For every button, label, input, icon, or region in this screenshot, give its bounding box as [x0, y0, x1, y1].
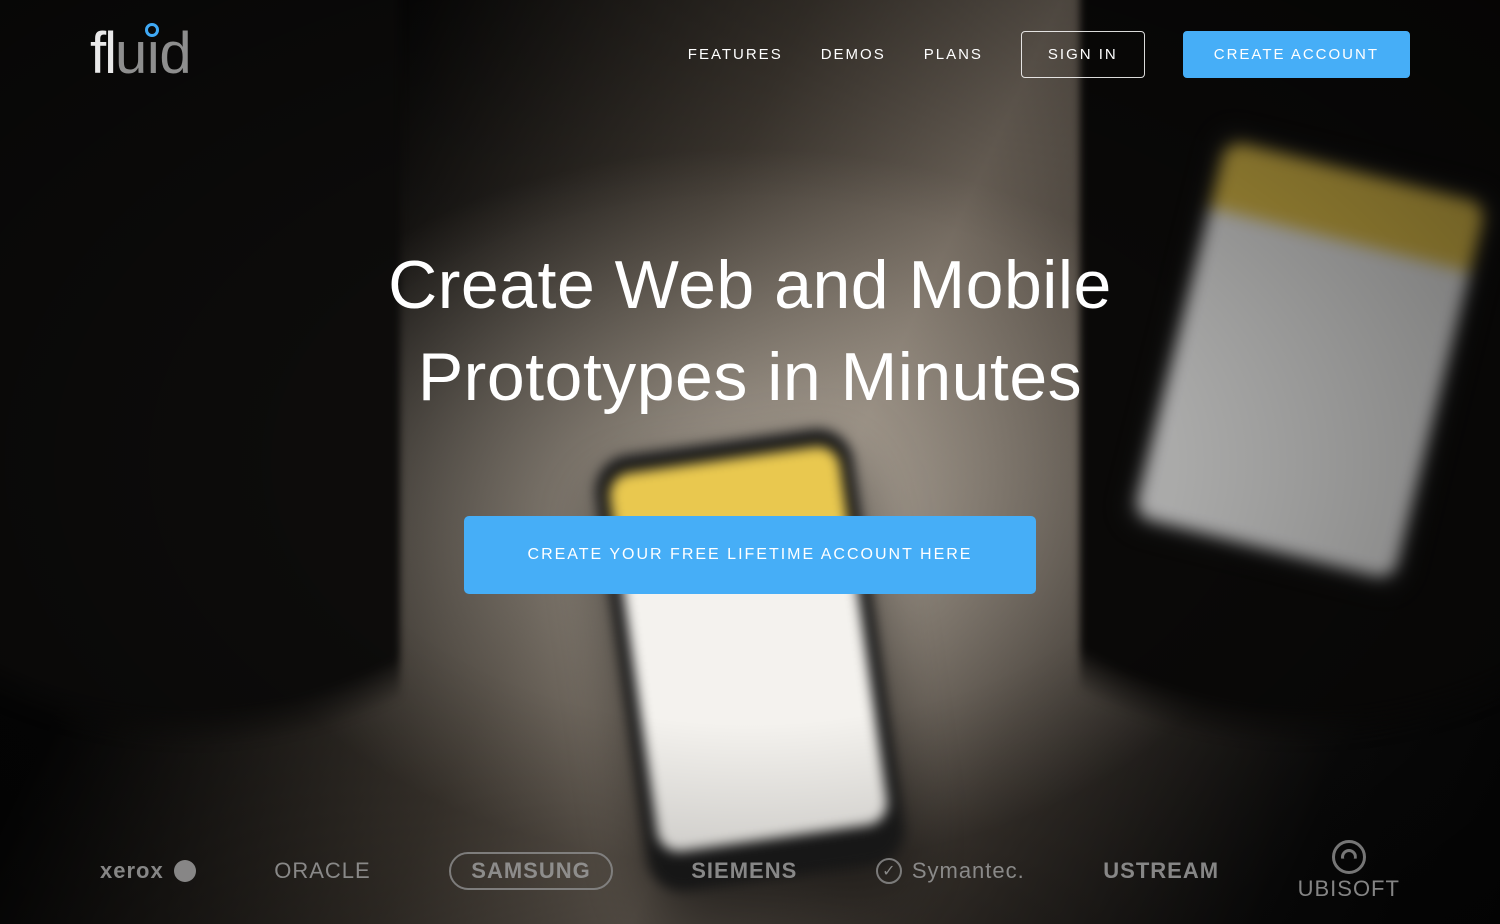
brand-logo-xerox: xerox: [100, 858, 196, 884]
nav-link-demos[interactable]: DEMOS: [821, 46, 886, 63]
brand-label: SAMSUNG: [471, 858, 590, 884]
top-nav: fluıd FEATURES DEMOS PLANS SIGN IN CREAT…: [0, 0, 1500, 90]
hero-headline: Create Web and Mobile Prototypes in Minu…: [270, 240, 1230, 424]
brand-label: USTREAM: [1103, 858, 1219, 884]
brand-label: xerox: [100, 858, 164, 884]
landing-page: fluıd FEATURES DEMOS PLANS SIGN IN CREAT…: [0, 0, 1500, 924]
create-account-button[interactable]: CREATE ACCOUNT: [1183, 31, 1410, 78]
check-circle-icon: ✓: [876, 858, 902, 884]
logo-dot-icon: [145, 23, 159, 37]
brand-logo-siemens: SIEMENS: [691, 858, 797, 884]
brand-label: SIEMENS: [691, 858, 797, 884]
brand-label: ORACLE: [274, 858, 370, 884]
brand-logo-symantec: ✓ Symantec.: [876, 858, 1025, 884]
xerox-ball-icon: [174, 860, 196, 882]
brand-logo-ustream: USTREAM: [1103, 858, 1219, 884]
nav-right: FEATURES DEMOS PLANS SIGN IN CREATE ACCO…: [688, 31, 1410, 78]
brand-label: UBISOFT: [1298, 876, 1400, 902]
customer-logo-strip: xerox ORACLE SAMSUNG SIEMENS ✓ Symantec.…: [0, 840, 1500, 902]
brand-logo-samsung: SAMSUNG: [449, 852, 612, 890]
brand-logo[interactable]: fluıd: [90, 25, 190, 83]
ubisoft-swirl-icon: [1332, 840, 1366, 874]
brand-logo-oracle: ORACLE: [274, 858, 370, 884]
sign-in-button[interactable]: SIGN IN: [1021, 31, 1145, 78]
hero-cta-button[interactable]: CREATE YOUR FREE LIFETIME ACCOUNT HERE: [464, 516, 1037, 594]
nav-link-plans[interactable]: PLANS: [924, 46, 983, 63]
brand-logo-ubisoft: UBISOFT: [1298, 840, 1400, 902]
nav-link-features[interactable]: FEATURES: [688, 46, 783, 63]
hero: Create Web and Mobile Prototypes in Minu…: [0, 240, 1500, 594]
brand-label: Symantec.: [912, 858, 1025, 884]
